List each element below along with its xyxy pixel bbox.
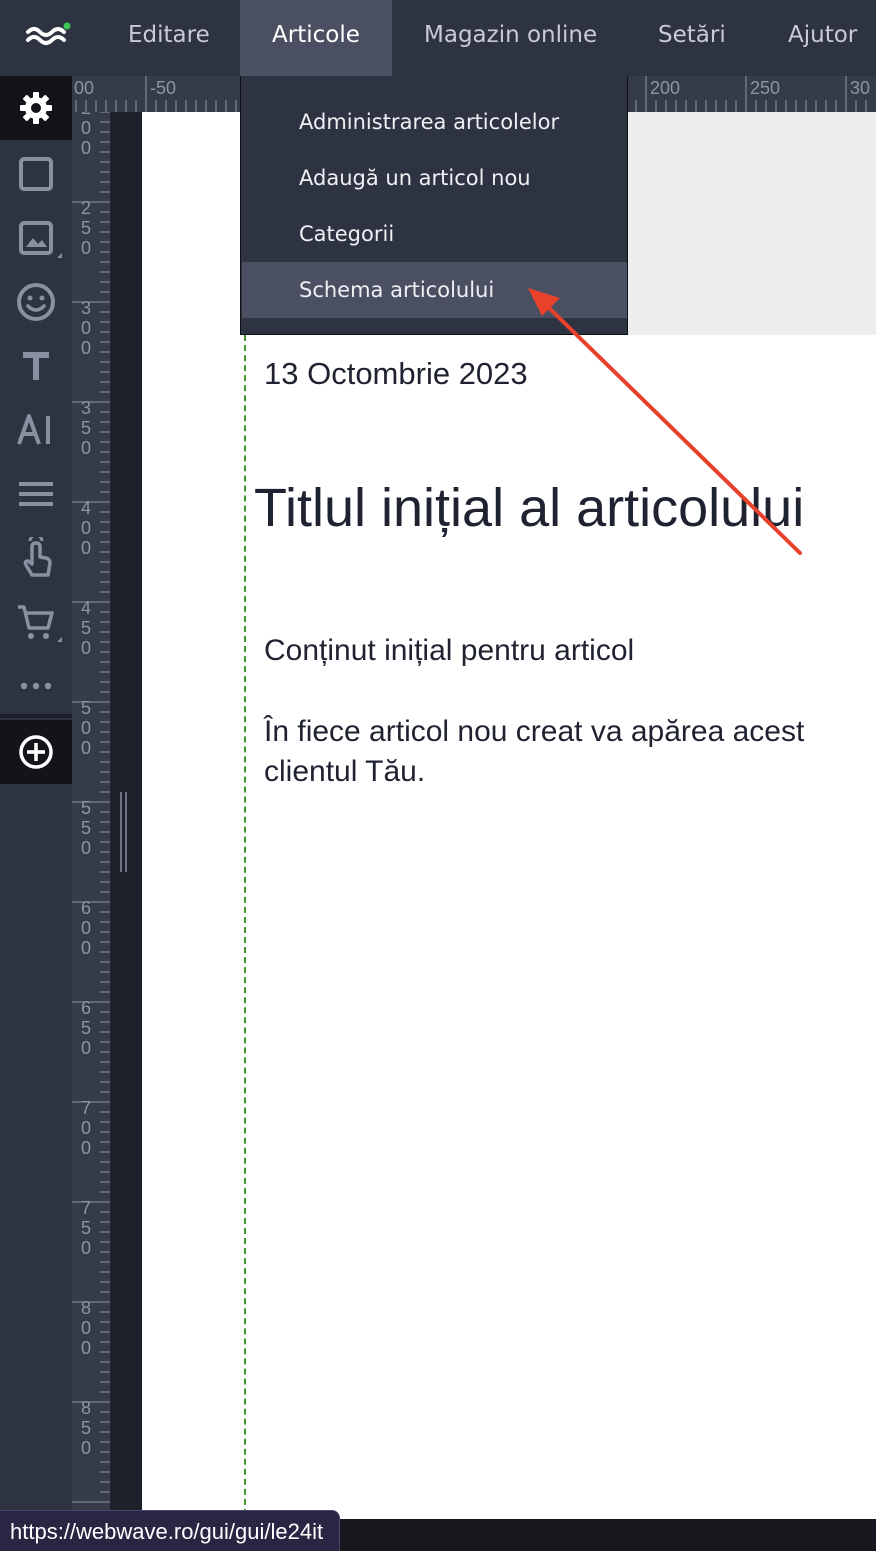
nav-magazin-online[interactable]: Magazin online	[424, 0, 597, 76]
ruler-label: 650	[80, 998, 91, 1058]
nav-ajutor[interactable]: Ajutor	[788, 0, 857, 76]
article-body[interactable]: În fiece articol nou creat va apărea ace…	[264, 712, 876, 792]
ruler-label: -50	[150, 78, 177, 98]
article-lead[interactable]: Conținut inițial pentru articol	[264, 634, 634, 668]
ruler-label: 800	[80, 1298, 91, 1358]
text-icon	[23, 352, 49, 380]
alignment-guide-line	[244, 335, 246, 1522]
article-title[interactable]: Titlul inițial al articolului	[254, 477, 804, 539]
settings-tool[interactable]	[0, 76, 72, 140]
more-tools[interactable]	[0, 654, 72, 718]
ruler-label: 850	[80, 1398, 91, 1458]
touch-button-icon	[23, 537, 52, 577]
ruler-label: 450	[80, 598, 91, 658]
submenu-corner	[57, 253, 62, 258]
article-body-line: clientul Tău.	[264, 755, 426, 788]
button-tool[interactable]	[0, 526, 72, 590]
panel-resize-handle[interactable]	[120, 792, 128, 872]
ruler-label: 250	[80, 198, 91, 258]
ruler-label: 700	[80, 1098, 91, 1158]
menu-item-categorii[interactable]: Categorii	[242, 206, 627, 262]
smiley-icon	[17, 283, 55, 321]
ruler-label: 300	[80, 298, 91, 358]
webwave-logo-icon[interactable]	[22, 18, 74, 54]
ruler-label: 550	[80, 798, 91, 858]
nav-articole[interactable]: Articole	[240, 0, 392, 76]
article-body-line: În fiece articol nou creat va apărea ace…	[264, 715, 805, 748]
ruler-label: 350	[80, 398, 91, 458]
submenu-corner	[57, 637, 62, 642]
ruler-label: 30	[850, 78, 871, 98]
ruler-label: 400	[80, 498, 91, 558]
ai-tool[interactable]	[0, 398, 72, 462]
add-element-button[interactable]	[0, 720, 72, 784]
shape-tool[interactable]	[0, 142, 72, 206]
articole-dropdown-menu: Administrarea articolelor Adaugă un arti…	[240, 76, 628, 335]
square-shape-icon	[19, 157, 53, 191]
more-icon	[20, 682, 52, 690]
top-navigation: Editare Articole Magazin online Setări A…	[0, 0, 876, 76]
menu-lines-icon	[19, 482, 53, 506]
ai-icon	[17, 414, 50, 445]
image-icon	[19, 221, 53, 255]
ruler-label: 00	[74, 78, 95, 98]
shop-tool[interactable]	[0, 590, 72, 654]
add-circle-icon	[19, 735, 53, 769]
image-tool[interactable]	[0, 206, 72, 270]
menu-item-schema-articolului[interactable]: Schema articolului	[242, 262, 627, 318]
ruler-label: 500	[80, 698, 91, 758]
icon-tool[interactable]	[0, 270, 72, 334]
ruler-label: 600	[80, 898, 91, 958]
gear-icon	[20, 92, 52, 124]
menu-item-adauga-articol-nou[interactable]: Adaugă un articol nou	[242, 150, 627, 206]
ruler-label: 750	[80, 1198, 91, 1258]
cart-icon	[18, 605, 54, 639]
ruler-label: 200	[80, 112, 91, 158]
ruler-label: 200	[650, 78, 681, 98]
left-toolbar	[0, 76, 72, 1551]
menu-tool[interactable]	[0, 462, 72, 526]
vertical-ruler[interactable]: 200 250 300 350 400 450 500 550 600 650 700 750 800 8…	[72, 112, 110, 1522]
article-date[interactable]: 13 Octombrie 2023	[264, 356, 528, 392]
status-bar-url: https://webwave.ro/gui/gui/le24it	[0, 1510, 341, 1551]
menu-item-administrarea-articolelor[interactable]: Administrarea articolelor	[242, 94, 627, 150]
nav-setari[interactable]: Setări	[658, 0, 726, 76]
nav-editare[interactable]: Editare	[128, 0, 210, 76]
toolbar-divider	[0, 714, 72, 718]
ruler-label: 250	[750, 78, 781, 98]
text-tool[interactable]	[0, 334, 72, 398]
